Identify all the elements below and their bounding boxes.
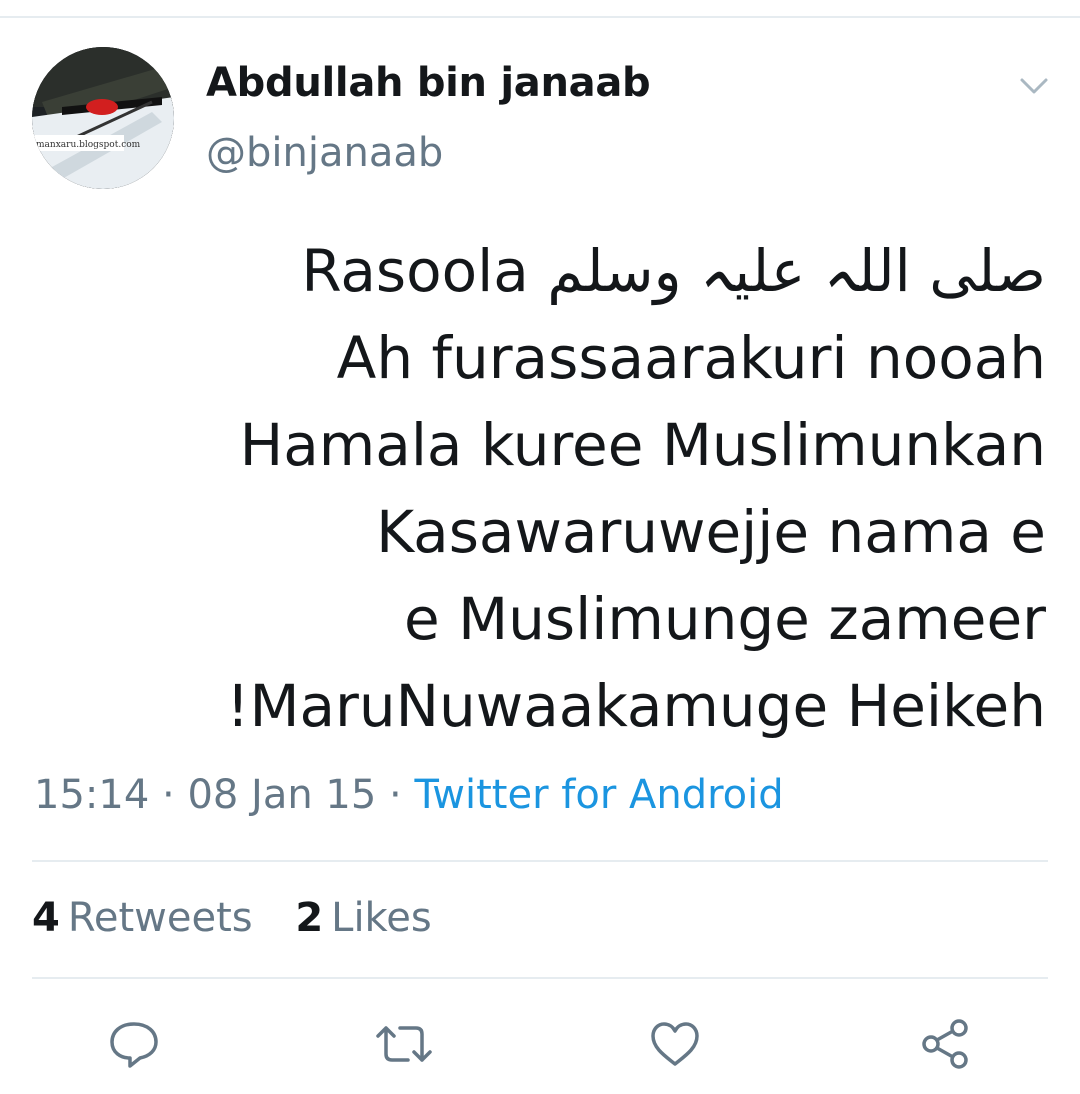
top-divider (0, 0, 1080, 18)
retweet-button[interactable] (374, 1016, 434, 1072)
retweet-icon (376, 1026, 432, 1062)
meta-separator: · (162, 772, 175, 818)
tweet-text-line: Rasoola صلی اللہ علیہ وسلم (301, 237, 1046, 305)
like-button[interactable] (645, 1016, 705, 1072)
reply-button[interactable] (104, 1016, 164, 1072)
tweet-stats: 4 Retweets 2 Likes (32, 895, 462, 941)
meta-separator: · (389, 772, 402, 818)
avatar-watermark: manxaru.blogspot.com (36, 140, 141, 150)
tweet-text-line: e Muslimunge zameer (403, 585, 1046, 653)
avatar[interactable]: manxaru.blogspot.com (32, 47, 174, 189)
like-count: 2 (295, 895, 324, 941)
tweet-text-line: Kasawaruwejje nama e (376, 498, 1046, 566)
tweet-source-link[interactable]: Twitter for Android (414, 772, 783, 818)
tweet-text-line: Ah furassaarakuri nooah (336, 324, 1046, 392)
likes-stat[interactable]: 2 Likes (295, 895, 431, 941)
heart-icon (651, 1022, 699, 1066)
more-options-button[interactable] (1016, 72, 1052, 100)
tweet-text-line: Hamala kuree Muslimunkan (239, 411, 1046, 479)
share-icon (922, 1019, 968, 1069)
tweet-metadata: 15:14 · 08 Jan 15 · Twitter for Android (34, 772, 784, 818)
like-label: Likes (331, 895, 432, 941)
chevron-down-icon (1020, 78, 1048, 94)
author-handle[interactable]: @binjanaab (206, 130, 443, 176)
divider (32, 977, 1048, 979)
divider (32, 860, 1048, 862)
share-button[interactable] (915, 1016, 975, 1072)
tweet-text-line: !MaruNuwaakamuge Heikeh (226, 672, 1046, 740)
retweet-count: 4 (32, 895, 60, 941)
tweet-time: 15:14 (34, 772, 150, 818)
tweet-date: 08 Jan 15 (187, 772, 377, 818)
reply-icon (110, 1022, 158, 1068)
retweets-stat[interactable]: 4 Retweets (32, 895, 265, 941)
avatar-image: manxaru.blogspot.com (32, 47, 174, 189)
tweet-text: Rasoola صلی اللہ علیہ وسلم Ah furassaara… (46, 228, 1046, 750)
author-display-name[interactable]: Abdullah bin janaab (206, 60, 651, 106)
retweet-label: Retweets (67, 895, 253, 941)
